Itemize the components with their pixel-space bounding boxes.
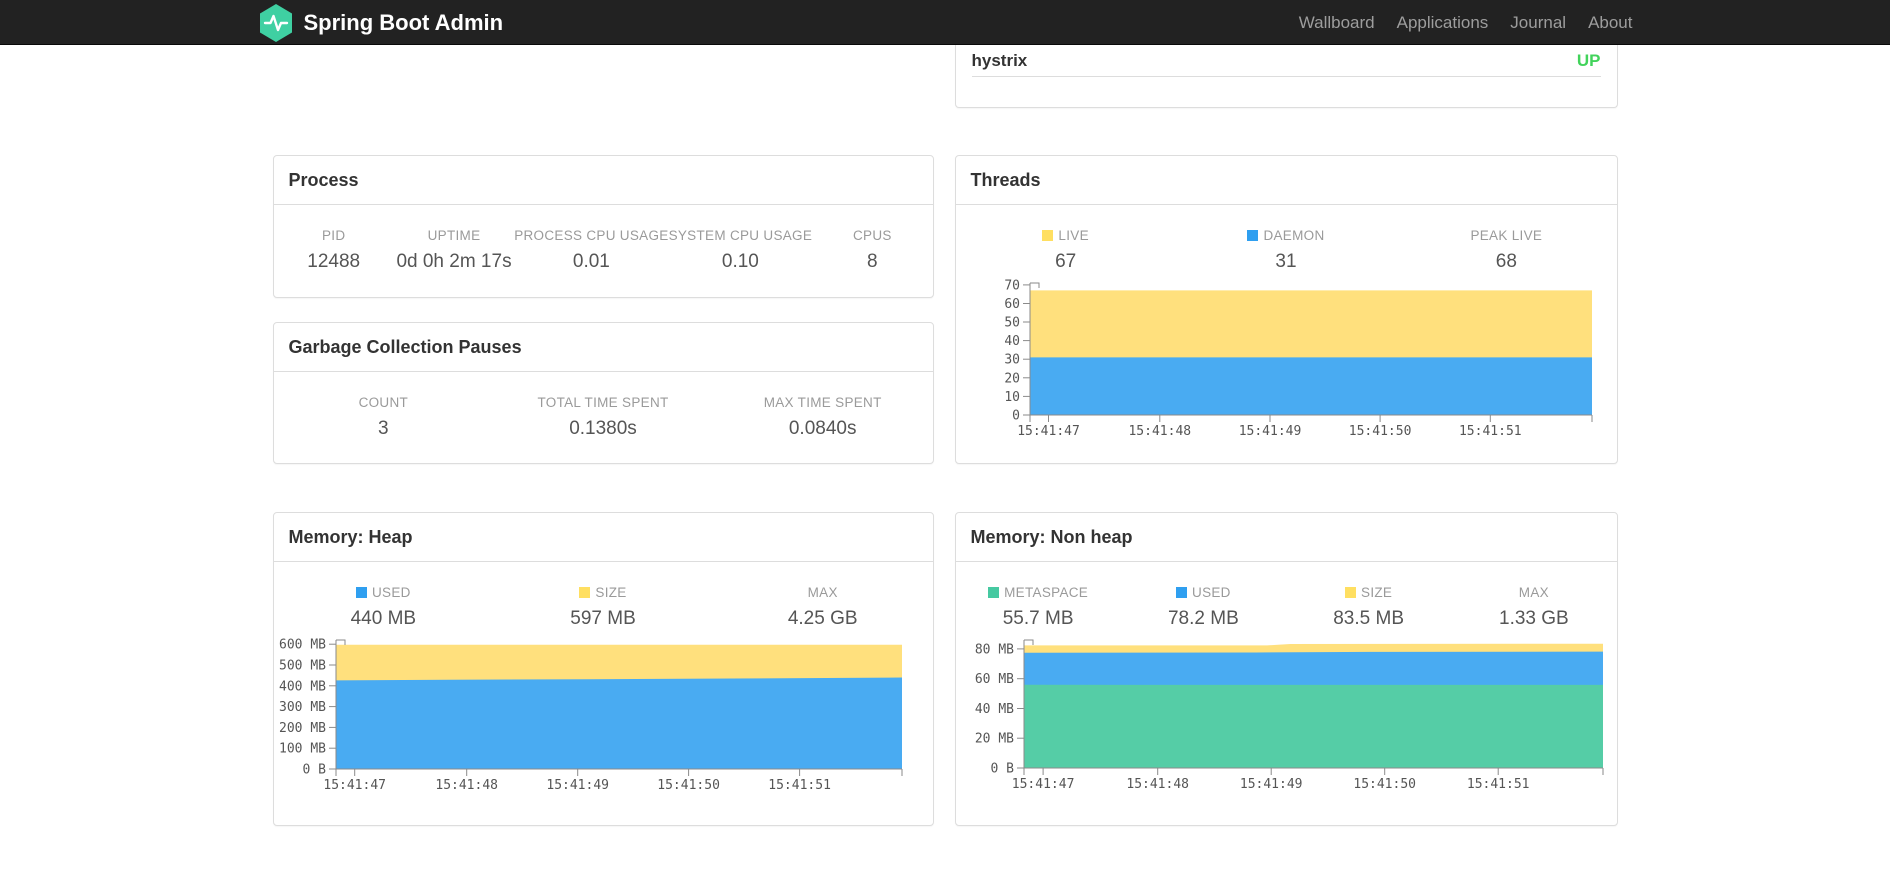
stat-nonheap-max: MAX 1.33 GB [1499, 585, 1569, 629]
memory-nonheap-chart: 0 B 20 MB 40 MB 60 MB 80 MB 15:41:47 15:41:48 1… [974, 639, 1603, 792]
application-status-panel: hystrix UP [954, 45, 1618, 108]
nonheap-used-legend-swatch [1176, 587, 1188, 598]
threads-chart: 0 10 20 30 40 50 60 70 15:41:47 15:41:48 15:41:49 1… [1004, 278, 1592, 437]
svg-text:20: 20 [1004, 371, 1020, 386]
svg-text:15:41:47: 15:41:47 [323, 778, 386, 792]
stat-metaspace: METASPACE 55.7 MB [956, 585, 1121, 630]
svg-text:30: 30 [1004, 353, 1020, 368]
svg-text:15:41:47: 15:41:47 [1017, 424, 1080, 437]
empty-column [273, 45, 934, 108]
stat-heap-used: USED 440 MB [350, 585, 417, 629]
nav-item-applications[interactable]: Applications [1386, 0, 1500, 45]
app-brand[interactable]: Spring Boot Admin [258, 3, 504, 43]
svg-text:0 B: 0 B [990, 762, 1014, 777]
nav-item-journal[interactable]: Journal [1499, 0, 1577, 45]
svg-text:60 MB: 60 MB [974, 672, 1013, 687]
nav-menu: Wallboard Applications Journal About [1288, 0, 1633, 45]
svg-text:15:41:51: 15:41:51 [768, 778, 831, 792]
svg-text:15:41:50: 15:41:50 [1353, 777, 1416, 792]
svg-text:15:41:51: 15:41:51 [1466, 777, 1529, 792]
svg-text:15:41:49: 15:41:49 [1238, 424, 1301, 437]
svg-text:300 MB: 300 MB [279, 700, 326, 715]
process-panel-title: Process [273, 156, 933, 205]
stat-system-cpu: SYSTEM CPU USAGE 0.10 [668, 228, 813, 272]
stat-live-threads: LIVE 67 [956, 228, 1176, 273]
nonheap-legend: METASPACE 55.7 MB USED 78.2 MB SIZE 83.5… [956, 562, 1617, 630]
metaspace-legend-swatch [988, 587, 1000, 598]
stat-nonheap-size: SIZE 83.5 MB [1333, 585, 1404, 629]
main-content: hystrix UP Process PID 12488 UPTIME 0d 0… [272, 45, 1618, 826]
threads-panel-title: Threads [955, 156, 1617, 205]
memory-nonheap-title: Memory: Non heap [955, 513, 1617, 562]
svg-text:15:41:50: 15:41:50 [1348, 424, 1411, 437]
live-legend-swatch [1042, 230, 1054, 241]
stat-daemon-threads: DAEMON 31 [1176, 228, 1396, 273]
nav-item-about[interactable]: About [1577, 0, 1632, 45]
svg-text:50: 50 [1004, 316, 1020, 331]
daemon-legend-swatch [1247, 230, 1259, 241]
svg-text:15:41:48: 15:41:48 [435, 778, 498, 792]
memory-nonheap-panel: Memory: Non heap METASPACE 55.7 MB USED … [954, 512, 1618, 826]
svg-text:60: 60 [1004, 297, 1020, 312]
stat-gc-count: COUNT 3 [358, 395, 409, 439]
process-panel: Process PID 12488 UPTIME 0d 0h 2m 17s PR… [272, 155, 934, 298]
left-column: Process PID 12488 UPTIME 0d 0h 2m 17s PR… [272, 155, 934, 464]
svg-text:15:41:48: 15:41:48 [1126, 777, 1189, 792]
stat-gc-max-time: MAX TIME SPENT 0.0840s [763, 395, 882, 439]
stat-peak-live-threads: PEAK LIVE 68 [1470, 228, 1543, 272]
svg-text:0 B: 0 B [302, 763, 326, 778]
svg-text:15:41:50: 15:41:50 [657, 778, 720, 792]
memory-heap-chart: 0 B 100 MB 200 MB 300 MB 400 MB 500 MB 600 MB 1… [279, 638, 902, 792]
svg-text:15:41:51: 15:41:51 [1458, 424, 1521, 437]
svg-text:15:41:48: 15:41:48 [1128, 424, 1191, 437]
svg-text:500 MB: 500 MB [279, 659, 326, 674]
memory-heap-title: Memory: Heap [273, 513, 933, 562]
svg-text:80 MB: 80 MB [974, 642, 1013, 657]
svg-text:400 MB: 400 MB [279, 679, 326, 694]
process-stats: PID 12488 UPTIME 0d 0h 2m 17s PROCESS CP… [274, 205, 933, 273]
svg-text:0: 0 [1012, 409, 1020, 424]
stat-heap-size: SIZE 597 MB [570, 585, 636, 629]
svg-text:40 MB: 40 MB [974, 702, 1013, 717]
svg-text:600 MB: 600 MB [279, 638, 326, 653]
svg-text:100 MB: 100 MB [279, 742, 326, 757]
svg-text:200 MB: 200 MB [279, 721, 326, 736]
brand-title: Spring Boot Admin [303, 9, 504, 35]
heap-legend: USED 440 MB SIZE 597 MB MAX 4.25 GB [274, 562, 933, 630]
nav-item-wallboard[interactable]: Wallboard [1288, 0, 1386, 45]
stat-nonheap-used: USED 78.2 MB [1167, 585, 1239, 629]
svg-text:15:41:47: 15:41:47 [1011, 777, 1074, 792]
nonheap-size-legend-swatch [1345, 587, 1357, 598]
gc-panel-title: Garbage Collection Pauses [273, 323, 933, 372]
threads-legend: LIVE 67 DAEMON 31 PEAK LIVE 68 [956, 205, 1617, 273]
status-badge: UP [1576, 50, 1601, 70]
used-legend-swatch [355, 587, 367, 598]
memory-heap-panel: Memory: Heap USED 440 MB SIZE 597 MB MAX… [272, 512, 934, 826]
svg-text:10: 10 [1004, 390, 1020, 405]
navbar: Spring Boot Admin Wallboard Applications… [0, 0, 1890, 45]
app-logo-icon [259, 3, 292, 42]
stat-pid: PID 12488 [307, 228, 361, 272]
threads-panel: Threads LIVE 67 DAEMON 31 PEAK LIVE 68 0… [954, 155, 1618, 464]
svg-text:15:41:49: 15:41:49 [546, 778, 609, 792]
application-row-hystrix[interactable]: hystrix UP [971, 45, 1601, 77]
size-legend-swatch [579, 587, 591, 598]
svg-text:15:41:49: 15:41:49 [1239, 777, 1302, 792]
gc-stats: COUNT 3 TOTAL TIME SPENT 0.1380s MAX TIM… [274, 372, 933, 440]
svg-text:40: 40 [1004, 334, 1020, 349]
stat-cpus: CPUS 8 [852, 228, 892, 272]
gc-panel: Garbage Collection Pauses COUNT 3 TOTAL … [272, 322, 934, 464]
stat-heap-max: MAX 4.25 GB [787, 585, 858, 629]
application-name: hystrix [971, 50, 1028, 70]
stat-uptime: UPTIME 0d 0h 2m 17s [396, 228, 512, 272]
svg-text:70: 70 [1004, 278, 1020, 293]
stat-gc-total-time: TOTAL TIME SPENT 0.1380s [537, 395, 669, 439]
svg-text:20 MB: 20 MB [974, 732, 1013, 747]
stat-process-cpu: PROCESS CPU USAGE 0.01 [514, 228, 669, 272]
